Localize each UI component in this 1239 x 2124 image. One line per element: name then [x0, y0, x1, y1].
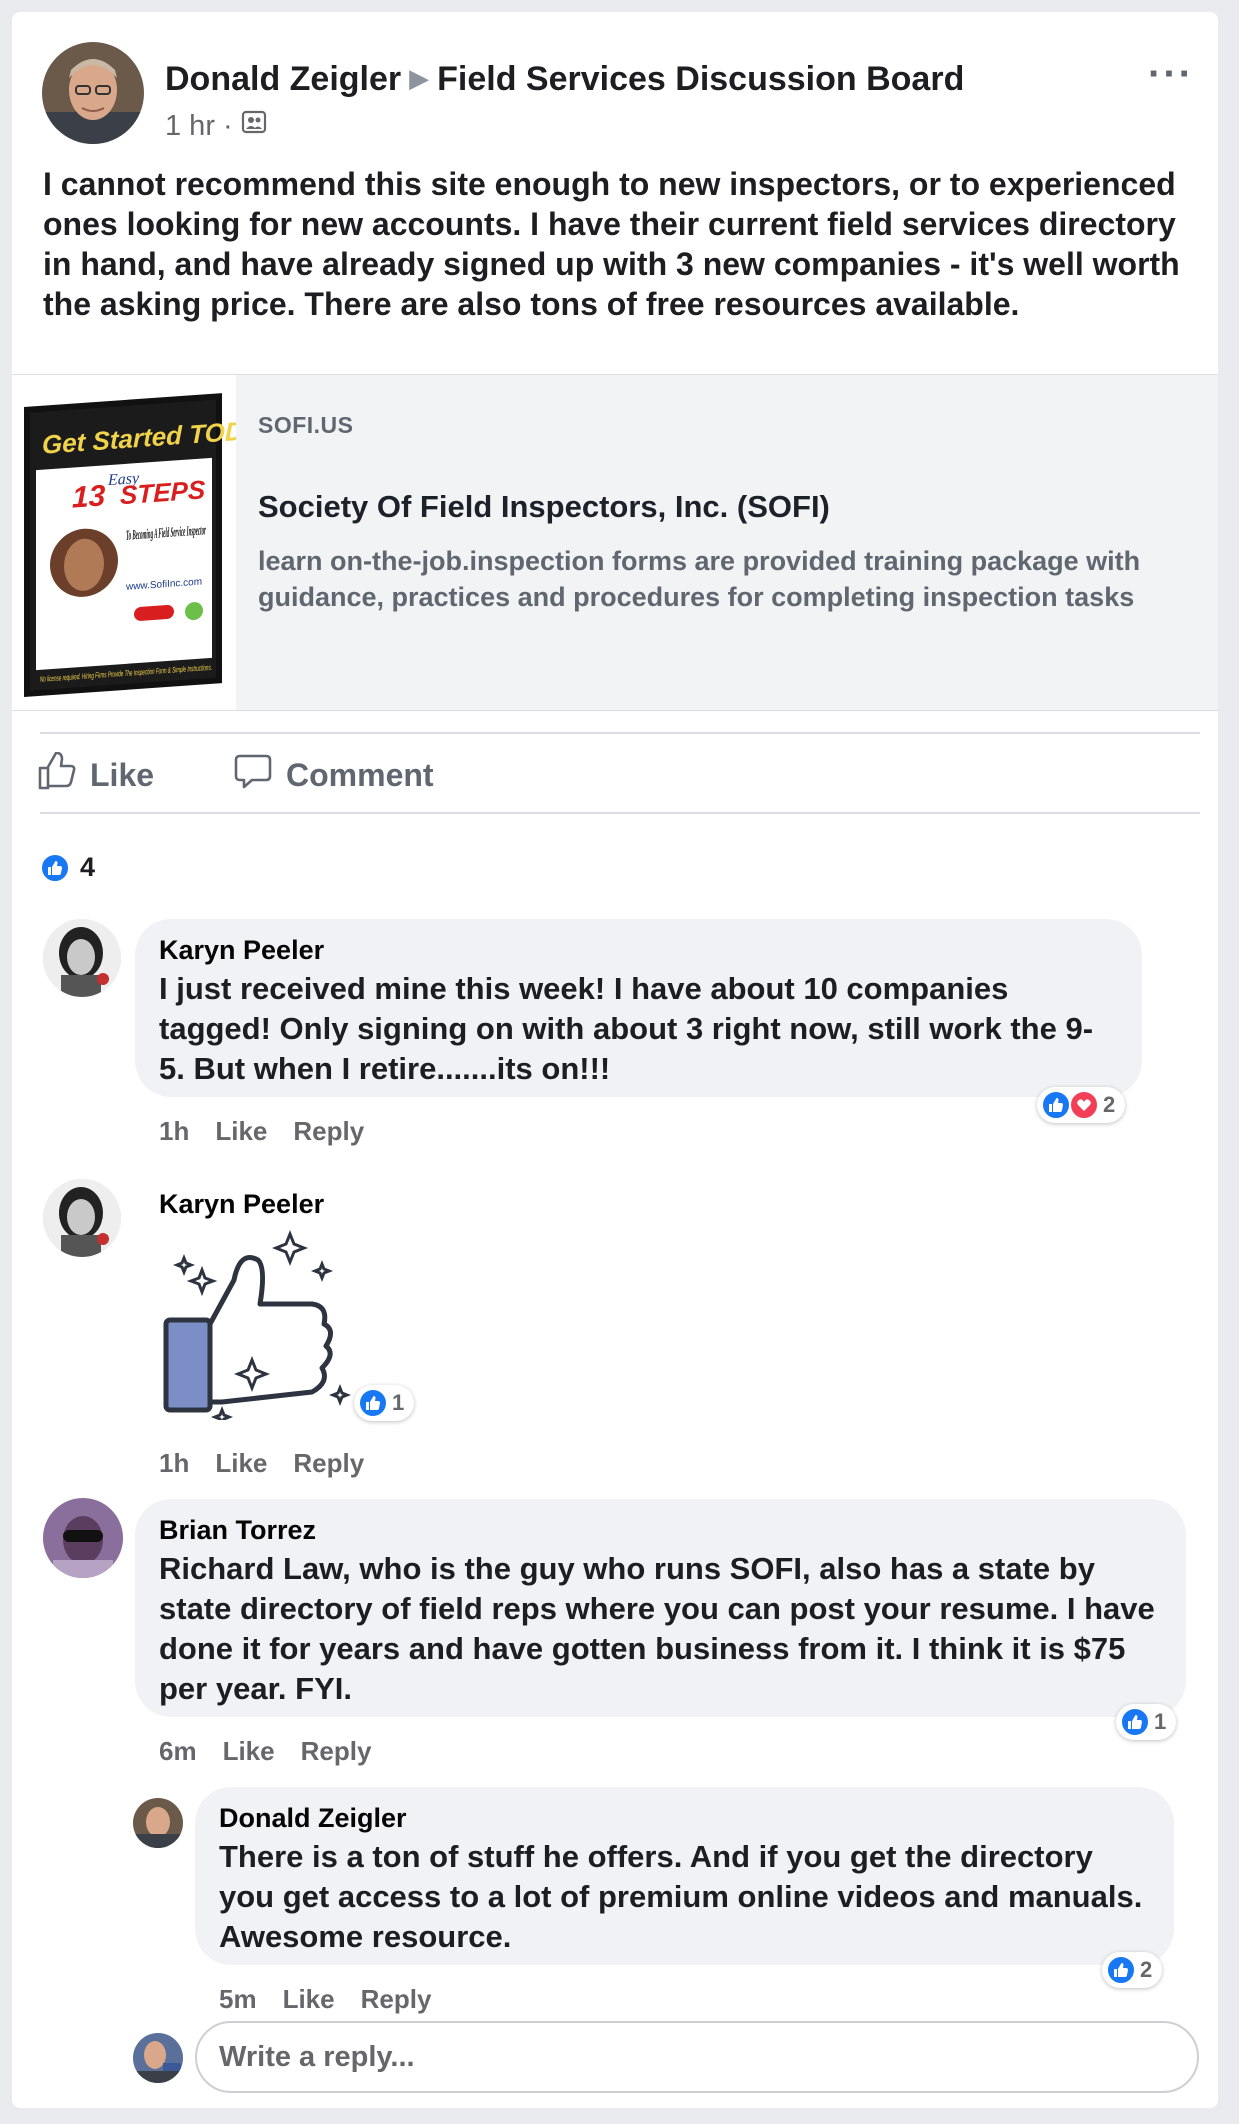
more-options-icon[interactable]: ··· [1148, 54, 1194, 94]
comment-label: Comment [286, 756, 434, 793]
comment-text: Richard Law, who is the guy who runs SOF… [159, 1551, 1155, 1706]
post-header-title: Donald Zeigler ▶ Field Services Discussion… [165, 60, 964, 99]
like-reaction-icon [1041, 1090, 1071, 1120]
reactions-summary[interactable]: 4 [40, 852, 95, 883]
comment-button[interactable]: Comment [234, 752, 434, 798]
post-body: I cannot recommend this site enough to n… [43, 166, 1180, 322]
reaction-count: 4 [80, 852, 96, 882]
reply-avatar[interactable] [133, 1798, 183, 1848]
comment-icon [234, 752, 272, 798]
comment-like-link[interactable]: Like [283, 1984, 335, 2015]
group-members-icon [241, 109, 267, 143]
comment-reaction-count: 2 [1103, 1092, 1116, 1117]
post-card: Donald Zeigler ▶ Field Services Discussion… [12, 12, 1218, 2108]
thumb-steps: STEPS [120, 474, 206, 510]
comment-author[interactable]: Karyn Peeler [159, 933, 1118, 967]
link-description: learn on-the-job.inspection forms are pr… [258, 546, 1141, 612]
post-time[interactable]: 1 hr [165, 110, 215, 143]
like-reaction-icon [1120, 1707, 1150, 1737]
comment-author[interactable]: Donald Zeigler [219, 1801, 1150, 1835]
like-button[interactable]: Like [36, 751, 155, 798]
comment-reply-link[interactable]: Reply [293, 1448, 364, 1479]
comment-reaction-count: 2 [1140, 1957, 1153, 1982]
like-label: Like [90, 756, 155, 793]
love-reaction-icon [1069, 1090, 1099, 1120]
comment-meta: 6m Like Reply [159, 1736, 371, 1767]
meta-separator: · [222, 109, 233, 142]
commenter-avatar[interactable] [43, 1498, 123, 1578]
comment-reactions[interactable]: 1 [354, 1385, 415, 1421]
reply-bubble: Donald Zeigler There is a ton of stuff h… [195, 1787, 1174, 1965]
author-name[interactable]: Donald Zeigler [165, 60, 401, 98]
comment-reaction-count: 1 [392, 1390, 405, 1415]
comment-bubble: Brian Torrez Richard Law, who is the guy… [135, 1499, 1186, 1717]
author-avatar[interactable] [42, 42, 144, 144]
comment-author[interactable]: Brian Torrez [159, 1513, 1162, 1547]
comment-time[interactable]: 6m [159, 1736, 197, 1767]
comment-time[interactable]: 5m [219, 1984, 257, 2015]
commenter-avatar[interactable] [43, 1179, 121, 1257]
shared-to-arrow-icon: ▶ [409, 63, 430, 93]
comment-reply-link[interactable]: Reply [301, 1736, 372, 1767]
link-preview[interactable]: Get Started TODAY 13 Easy STEPS To Becom… [12, 374, 1218, 711]
post-meta: 1 hr · [165, 109, 267, 143]
like-reaction-icon [40, 852, 70, 883]
comment-meta: 1h Like Reply [159, 1116, 364, 1147]
current-user-avatar[interactable] [133, 2033, 183, 2083]
comment-text: There is a ton of stuff he offers. And i… [219, 1839, 1143, 1954]
like-reaction-icon [1106, 1955, 1136, 1985]
action-bar-top-divider [40, 732, 1200, 734]
comment-like-link[interactable]: Like [223, 1736, 275, 1767]
link-title[interactable]: Society Of Field Inspectors, Inc. (SOFI) [258, 489, 830, 525]
comment-author[interactable]: Karyn Peeler [159, 1187, 324, 1221]
thumbs-up-sticker-icon [162, 1220, 352, 1429]
action-bar-bottom-divider [40, 812, 1200, 814]
comment-reaction-count: 1 [1154, 1709, 1167, 1734]
comment-time[interactable]: 1h [159, 1448, 189, 1479]
reply-input[interactable]: Write a reply... [195, 2021, 1199, 2093]
comment-reply-link[interactable]: Reply [361, 1984, 432, 2015]
comment-meta: 1h Like Reply [159, 1448, 364, 1479]
comment-bubble: Karyn Peeler I just received mine this w… [135, 919, 1142, 1097]
comment-meta: 5m Like Reply [219, 1984, 431, 2015]
commenter-avatar[interactable] [43, 919, 121, 997]
thumb-count: 13 [72, 479, 106, 514]
comment-text: I just received mine this week! I have a… [159, 971, 1094, 1086]
like-icon [36, 751, 76, 798]
group-name[interactable]: Field Services Discussion Board [437, 60, 964, 98]
comment-reactions[interactable]: 1 [1116, 1704, 1177, 1740]
comment-reactions[interactable]: 2 [1037, 1087, 1126, 1123]
link-domain: SOFI.US [258, 412, 354, 438]
comment-time[interactable]: 1h [159, 1116, 189, 1147]
comment-like-link[interactable]: Like [215, 1448, 267, 1479]
comment-reply-link[interactable]: Reply [293, 1116, 364, 1147]
comment-reactions[interactable]: 2 [1102, 1952, 1163, 1988]
comment-like-link[interactable]: Like [215, 1116, 267, 1147]
link-thumbnail: Get Started TODAY 13 Easy STEPS To Becom… [12, 375, 280, 710]
like-reaction-icon [358, 1388, 388, 1418]
